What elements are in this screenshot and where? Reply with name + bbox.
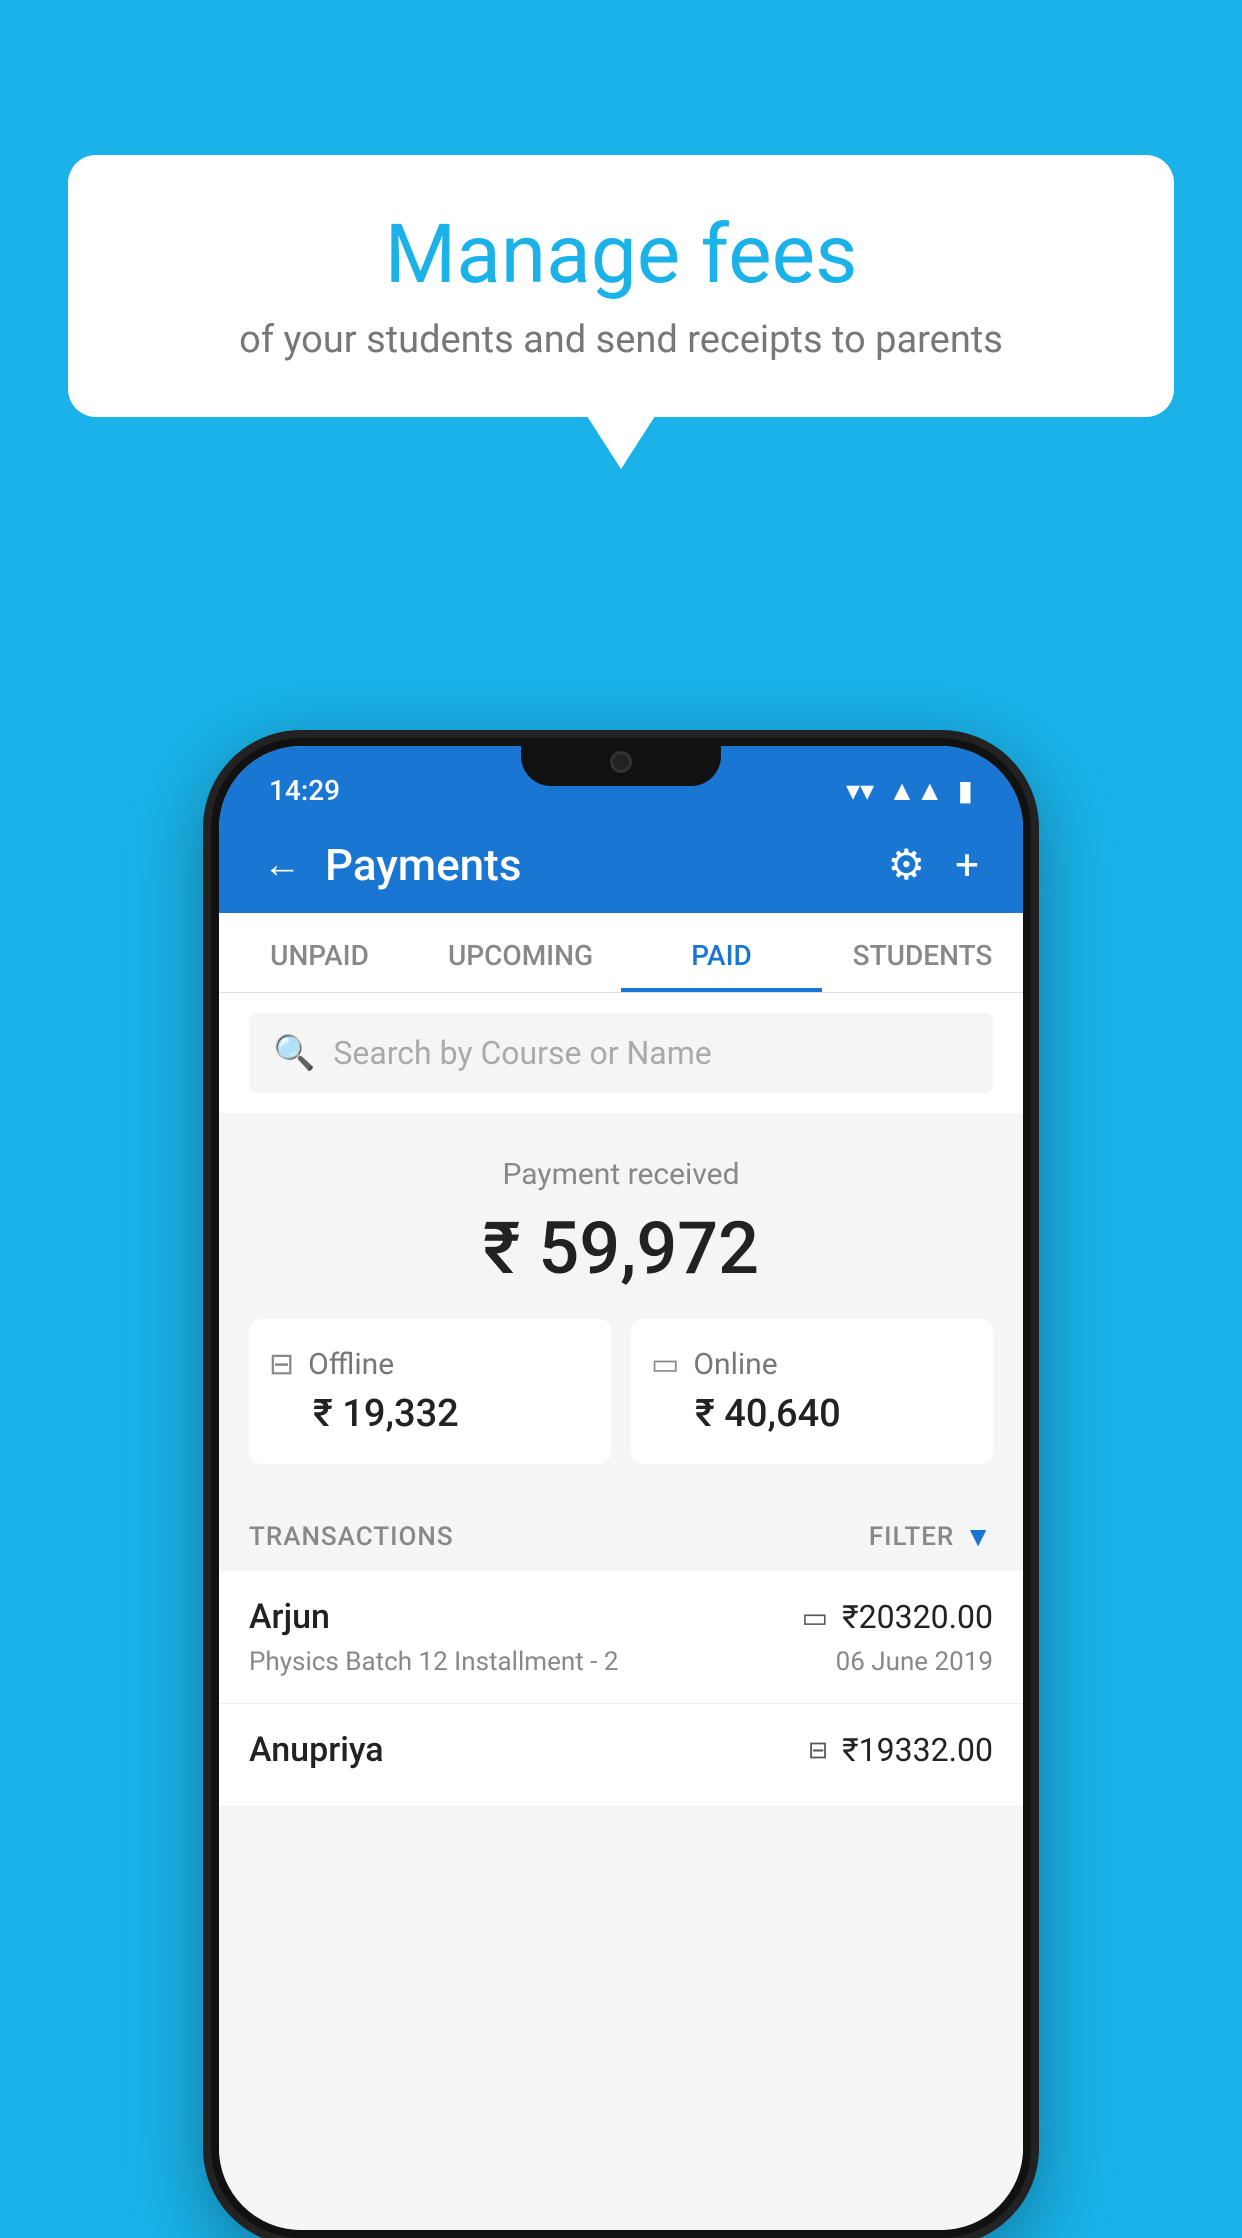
transaction-amount: ₹20320.00 (842, 1598, 993, 1636)
phone-notch (521, 738, 721, 786)
add-button[interactable]: + (955, 841, 979, 890)
transaction-name: Arjun (249, 1597, 330, 1637)
online-card-header: ▭ Online (651, 1347, 778, 1382)
filter-icon: ▼ (964, 1520, 993, 1553)
header-left: ← Payments (263, 839, 521, 891)
battery-icon: ▮ (958, 774, 973, 807)
transactions-label: TRANSACTIONS (249, 1522, 454, 1552)
search-input-placeholder[interactable]: Search by Course or Name (333, 1034, 711, 1072)
transaction-list: Arjun ▭ ₹20320.00 Physics Batch 12 Insta… (219, 1571, 1023, 1807)
search-bar[interactable]: 🔍 Search by Course or Name (249, 1013, 993, 1093)
phone-screen: 14:29 ▾▾ ▲▲ ▮ ← Payments ⚙ + UNPAID (219, 746, 1023, 2230)
table-row[interactable]: Arjun ▭ ₹20320.00 Physics Batch 12 Insta… (219, 1571, 1023, 1704)
tab-paid[interactable]: PAID (621, 913, 822, 992)
speech-bubble: Manage fees of your students and send re… (68, 155, 1174, 417)
transaction-row2: Physics Batch 12 Installment - 2 06 June… (249, 1647, 993, 1677)
transaction-course: Physics Batch 12 Installment - 2 (249, 1647, 618, 1677)
cash-payment-icon: ⊟ (808, 1736, 828, 1764)
search-icon: 🔍 (273, 1033, 315, 1073)
bubble-title: Manage fees (128, 210, 1114, 300)
offline-label: Offline (308, 1347, 394, 1382)
online-icon: ▭ (651, 1347, 679, 1382)
card-payment-icon: ▭ (802, 1601, 828, 1634)
search-container: 🔍 Search by Course or Name (219, 993, 1023, 1113)
offline-card-header: ⊟ Offline (269, 1347, 394, 1382)
scroll-content: 🔍 Search by Course or Name Payment recei… (219, 993, 1023, 2230)
offline-card: ⊟ Offline ₹ 19,332 (249, 1319, 611, 1464)
transaction-name: Anupriya (249, 1730, 384, 1770)
payment-cards: ⊟ Offline ₹ 19,332 ▭ Online ₹ 40,640 (249, 1319, 993, 1464)
front-camera (610, 751, 632, 773)
online-amount: ₹ 40,640 (651, 1392, 841, 1436)
tab-students[interactable]: STUDENTS (822, 913, 1023, 992)
filter-label: FILTER (869, 1522, 954, 1552)
back-button[interactable]: ← (263, 843, 301, 887)
tab-upcoming[interactable]: UPCOMING (420, 913, 621, 992)
online-card: ▭ Online ₹ 40,640 (631, 1319, 993, 1464)
tab-bar: UNPAID UPCOMING PAID STUDENTS (219, 913, 1023, 993)
offline-amount: ₹ 19,332 (269, 1392, 459, 1436)
transaction-amount-wrap: ▭ ₹20320.00 (802, 1598, 993, 1636)
transaction-row1: Arjun ▭ ₹20320.00 (249, 1597, 993, 1637)
wifi-icon: ▾▾ (846, 774, 874, 807)
online-label: Online (693, 1347, 777, 1382)
bubble-subtitle: of your students and send receipts to pa… (128, 318, 1114, 362)
tab-unpaid[interactable]: UNPAID (219, 913, 420, 992)
payment-summary: Payment received ₹ 59,972 ⊟ Offline ₹ 19… (219, 1121, 1023, 1494)
payment-total-amount: ₹ 59,972 (249, 1206, 993, 1291)
table-row[interactable]: Anupriya ⊟ ₹19332.00 (219, 1704, 1023, 1807)
transaction-date: 06 June 2019 (836, 1647, 993, 1677)
status-icons: ▾▾ ▲▲ ▮ (846, 774, 973, 807)
status-time: 14:29 (269, 774, 340, 807)
phone-frame: 14:29 ▾▾ ▲▲ ▮ ← Payments ⚙ + UNPAID (211, 738, 1031, 2238)
settings-button[interactable]: ⚙ (888, 840, 926, 890)
filter-button[interactable]: FILTER ▼ (869, 1520, 993, 1553)
signal-icon: ▲▲ (888, 774, 943, 807)
transaction-amount: ₹19332.00 (842, 1731, 993, 1769)
app-header: ← Payments ⚙ + (219, 817, 1023, 913)
transaction-amount-wrap: ⊟ ₹19332.00 (808, 1731, 993, 1769)
transactions-header: TRANSACTIONS FILTER ▼ (219, 1494, 1023, 1571)
page-title: Payments (325, 839, 521, 891)
payment-received-label: Payment received (249, 1157, 993, 1192)
offline-icon: ⊟ (269, 1347, 294, 1382)
transaction-row1: Anupriya ⊟ ₹19332.00 (249, 1730, 993, 1770)
header-right: ⚙ + (888, 840, 980, 890)
